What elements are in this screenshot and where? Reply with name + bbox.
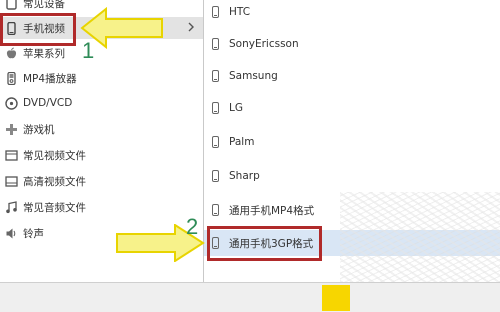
category-item-dvd-vcd[interactable]: DVD/VCD — [0, 92, 203, 114]
category-label: 苹果系列 — [23, 47, 65, 60]
highlight-box-phone-video — [0, 13, 76, 46]
device-item-sharp[interactable]: Sharp — [204, 163, 500, 189]
apple-icon — [5, 47, 18, 60]
category-label: DVD/VCD — [23, 97, 73, 109]
mp4-player-icon — [5, 71, 18, 85]
gamepad-icon — [5, 123, 18, 136]
category-item-mp4-player[interactable]: MP4播放器 — [0, 67, 203, 89]
device-label: LG — [229, 102, 243, 114]
phone-icon — [212, 102, 219, 114]
category-label: MP4播放器 — [23, 72, 77, 85]
device-label: HTC — [229, 6, 251, 18]
phone-icon — [212, 136, 219, 148]
music-note-icon — [5, 200, 18, 214]
category-label: 游戏机 — [23, 123, 55, 136]
phone-icon — [212, 204, 219, 216]
chevron-right-icon — [187, 21, 195, 36]
category-label: 铃声 — [23, 227, 44, 240]
device-item-palm[interactable]: Palm — [204, 129, 500, 155]
phone-icon — [212, 70, 219, 82]
phone-icon — [212, 6, 219, 18]
phone-icon — [212, 170, 219, 182]
step-number-2: 2 — [186, 214, 199, 239]
device-item-htc[interactable]: HTC — [204, 0, 500, 25]
category-item-common-video[interactable]: 常见视频文件 — [0, 144, 203, 166]
step-number-1: 1 — [82, 38, 95, 63]
category-label: 高清视频文件 — [23, 175, 86, 188]
disc-icon — [5, 96, 18, 110]
video-file-icon — [5, 149, 18, 162]
device-label: SonyEricsson — [229, 38, 299, 50]
ok-button[interactable] — [322, 285, 350, 311]
device-item-lg[interactable]: LG — [204, 95, 500, 121]
category-item-game-console[interactable]: 游戏机 — [0, 118, 203, 140]
category-label: 常见音频文件 — [23, 201, 86, 214]
speaker-icon — [5, 227, 18, 240]
device-item-samsung[interactable]: Samsung — [204, 63, 500, 89]
device-item-sonyericsson[interactable]: SonyEricsson — [204, 31, 500, 57]
highlight-box-3gp — [207, 226, 322, 261]
category-label: 常见设备 — [23, 0, 65, 10]
device-icon — [5, 0, 18, 10]
device-label: Palm — [229, 136, 255, 148]
category-label: 常见视频文件 — [23, 149, 86, 162]
bottom-toolbar — [0, 282, 500, 312]
device-label: Sharp — [229, 170, 260, 182]
device-label: 通用手机MP4格式 — [229, 204, 315, 217]
category-item-common-audio[interactable]: 常见音频文件 — [0, 196, 203, 218]
hd-video-icon — [5, 175, 18, 188]
phone-icon — [212, 38, 219, 50]
category-item-hd-video[interactable]: 高清视频文件 — [0, 170, 203, 192]
device-item-generic-mp4[interactable]: 通用手机MP4格式 — [204, 197, 500, 223]
device-label: Samsung — [229, 70, 278, 82]
